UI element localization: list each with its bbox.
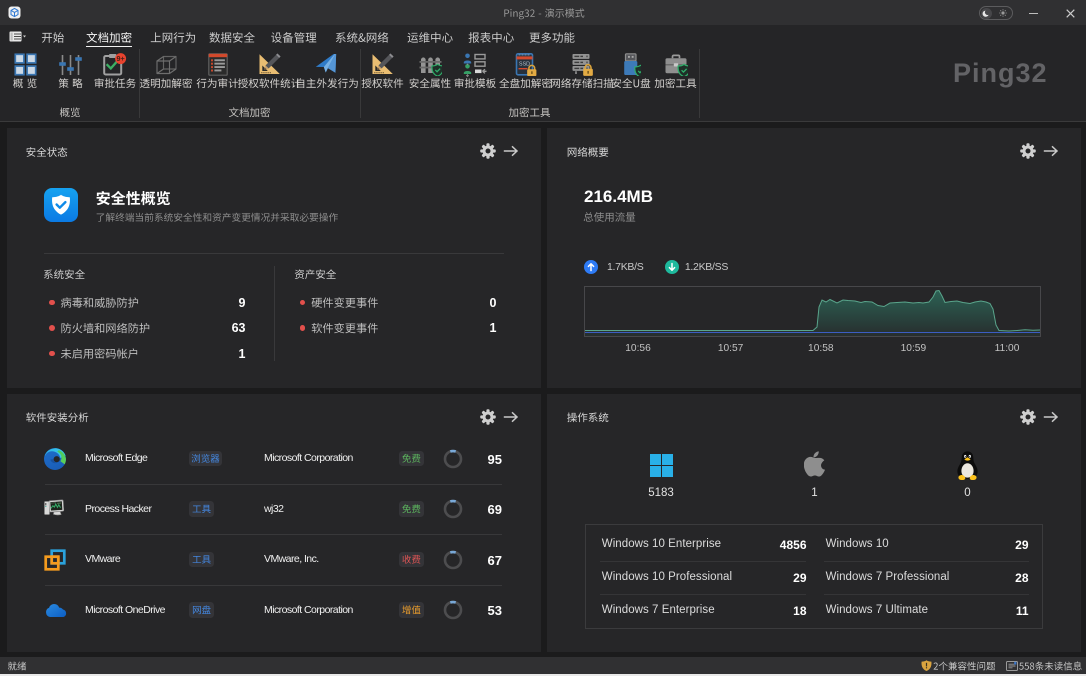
svg-text:SSD: SSD bbox=[519, 61, 530, 67]
svg-text:9+: 9+ bbox=[116, 54, 124, 63]
